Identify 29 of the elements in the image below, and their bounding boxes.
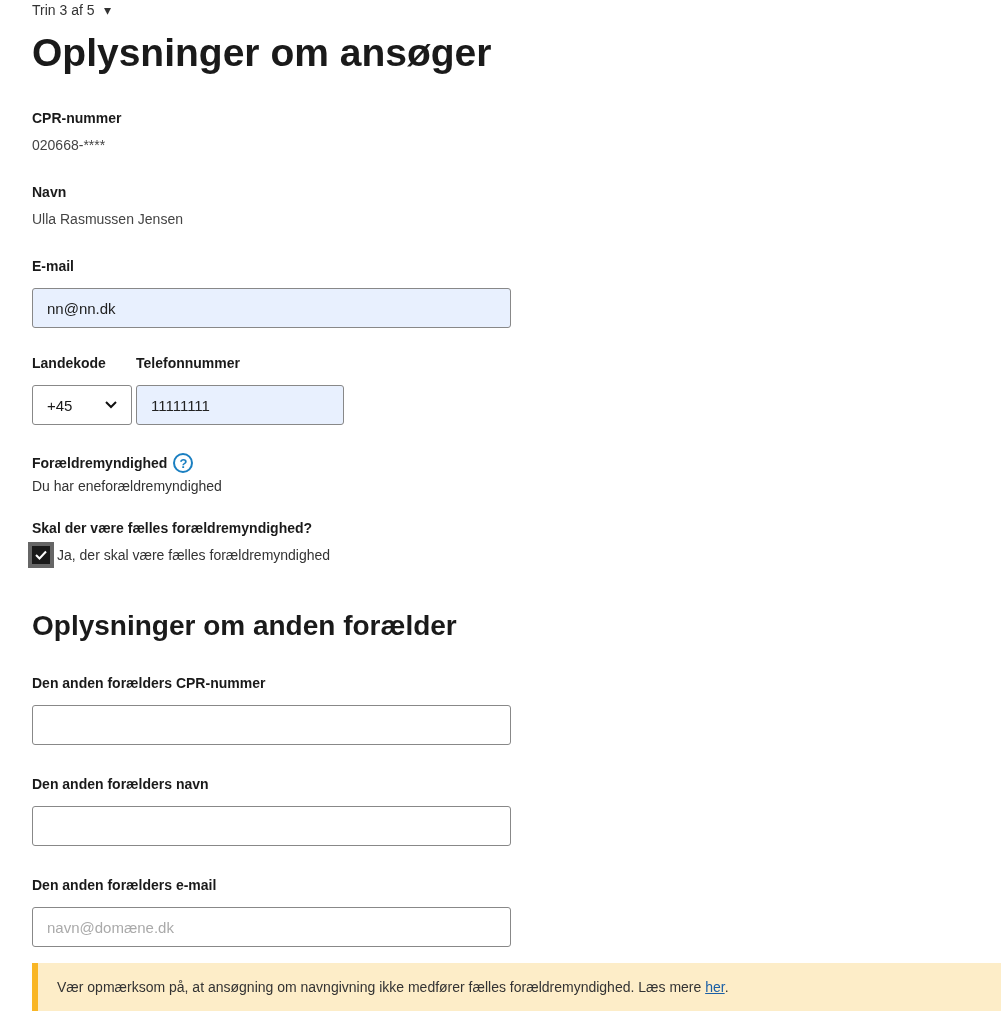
country-code-dropdown[interactable]: +45 [32,385,132,425]
checkbox[interactable] [28,542,54,568]
field-label: Forældremyndighed [32,454,168,472]
checkbox-label[interactable]: Ja, der skal være fælles forældremyndighed [57,547,331,563]
input-field[interactable]: navn@domæne.dk [32,907,511,947]
field-label: Den anden forælders CPR-nummer [32,674,267,692]
field-value: Ulla Rasmussen Jensen [32,210,184,228]
help-icon[interactable]: ? [173,453,194,473]
step-selector[interactable]: Trin 3 af 5 ▾ [32,2,112,19]
section-heading: Oplysninger om anden forælder [32,609,458,643]
question-label: Skal der være fælles forældremyndighed? [32,519,314,537]
field-label: Landekode [32,354,107,372]
field-label: Den anden forælders e-mail [32,876,218,894]
field-value: Du har eneforældremyndighed [32,477,223,495]
field-label: E-mail [32,257,75,275]
email-field[interactable]: nn@nn.dk [32,288,511,328]
field-label: Den anden forælders navn [32,775,210,793]
page-heading: Oplysninger om ansøger [32,30,493,76]
read-more-link[interactable]: her [705,979,725,995]
input-field[interactable] [32,705,511,745]
field-value: 020668-**** [32,136,107,154]
input-field[interactable] [32,806,511,846]
chevron-down-icon [105,401,117,409]
field-label: Navn [32,183,68,201]
field-label: CPR-nummer [32,109,123,127]
field-label: Telefonnummer [136,354,241,372]
phone-field[interactable]: 11111111 [136,385,344,425]
checkmark-icon [35,550,47,560]
notice-text: Vær opmærksom på, at ansøgning om navngivning ikke medfører fælles forældremyndighed. Læs mere her. [57,979,729,995]
